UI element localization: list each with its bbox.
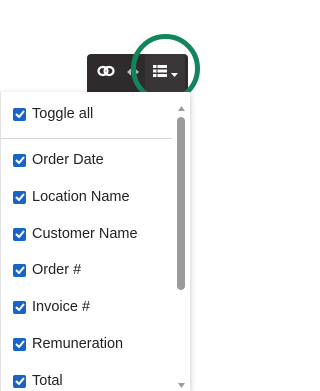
option-label: Customer Name [32, 226, 138, 242]
checkbox[interactable] [13, 263, 26, 277]
option-label: Location Name [32, 189, 130, 205]
link-icon [97, 64, 115, 82]
option-label: Order # [32, 262, 82, 278]
link-toggle-button[interactable] [91, 54, 121, 92]
table-toolbar [87, 54, 188, 92]
toggle-all-option[interactable]: Toggle all [13, 102, 93, 126]
checkbox[interactable] [13, 153, 26, 167]
scroll-down-arrow-icon[interactable] [178, 375, 185, 391]
option-label: Toggle all [32, 106, 94, 122]
column-option-order-date[interactable]: Order Date [13, 148, 104, 172]
option-label: Total [32, 373, 63, 389]
column-option-location-name[interactable]: Location Name [13, 185, 130, 209]
scrollbar-thumb[interactable] [177, 117, 185, 290]
scroll-up-arrow-icon[interactable] [178, 98, 185, 116]
resize-arrows-icon [127, 64, 139, 82]
checkbox[interactable] [13, 300, 26, 314]
menu-divider [1, 138, 172, 139]
caret-down-icon [170, 64, 178, 82]
checkbox[interactable] [13, 107, 26, 121]
column-picker-button[interactable] [145, 54, 185, 92]
column-option-invoice-number[interactable]: Invoice # [13, 295, 90, 319]
option-label: Remuneration [32, 336, 124, 352]
checkbox[interactable] [13, 374, 26, 388]
column-option-customer-name[interactable]: Customer Name [13, 222, 138, 246]
column-option-order-number[interactable]: Order # [13, 258, 81, 282]
resize-button[interactable] [121, 54, 145, 92]
checkbox[interactable] [13, 227, 26, 241]
checkbox[interactable] [13, 190, 26, 204]
column-menu: Toggle all Order Date Location Name Cust… [0, 92, 190, 391]
option-label: Invoice # [32, 299, 91, 315]
menu-scrollbar[interactable] [174, 92, 188, 391]
option-label: Order Date [32, 152, 104, 168]
column-option-remuneration[interactable]: Remuneration [13, 332, 123, 356]
column-option-total[interactable]: Total [13, 369, 63, 391]
checkbox[interactable] [13, 337, 26, 351]
grid-icon [152, 64, 167, 82]
